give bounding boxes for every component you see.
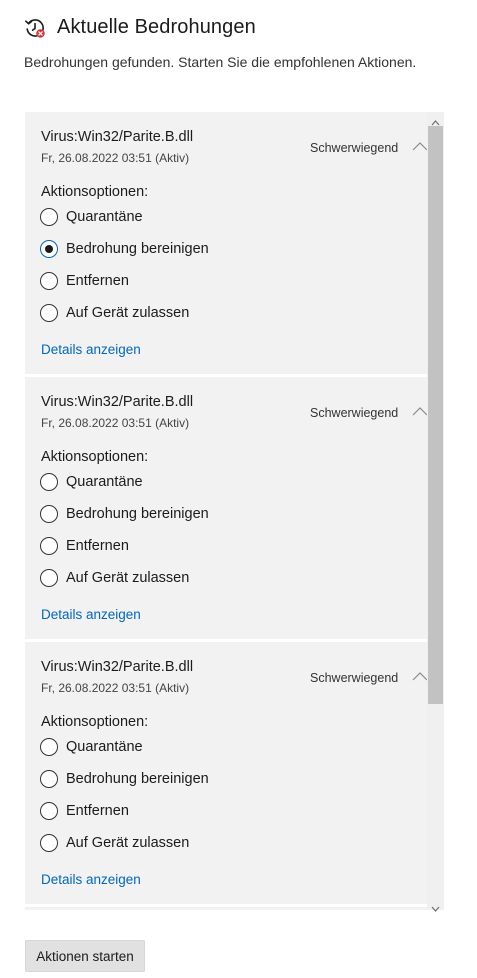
- radio-label: Bedrohung bereinigen: [66, 506, 209, 522]
- radio-button[interactable]: [40, 569, 58, 587]
- threat-date: Fr, 26.08.2022 03:51 (Aktiv): [41, 416, 190, 430]
- threat-name: Virus:Win32/Parite.B.dll: [41, 394, 194, 410]
- details-link[interactable]: Details anzeigen: [41, 342, 141, 357]
- radio-button[interactable]: [40, 738, 58, 756]
- page-subtitle: Bedrohungen gefunden. Starten Sie die em…: [24, 54, 417, 70]
- threat-card: Virus:Win32/Parite.B.dll Fr, 26.08.2022 …: [25, 642, 428, 904]
- radio-quarantine[interactable]: Quarantäne: [40, 208, 143, 226]
- radio-button-selected[interactable]: [40, 240, 58, 258]
- radio-button[interactable]: [40, 770, 58, 788]
- radio-quarantine[interactable]: Quarantäne: [40, 738, 143, 756]
- threat-card: Virus:Win32/Parite.B.dll Fr, 26.08.2022 …: [25, 377, 428, 639]
- scroll-down-arrow-icon[interactable]: [431, 900, 440, 912]
- radio-label: Auf Gerät zulassen: [66, 835, 190, 851]
- radio-quarantine[interactable]: Quarantäne: [40, 473, 143, 491]
- details-link[interactable]: Details anzeigen: [41, 607, 141, 622]
- radio-button[interactable]: [40, 537, 58, 555]
- radio-clean-threat[interactable]: Bedrohung bereinigen: [40, 240, 209, 258]
- radio-clean-threat[interactable]: Bedrohung bereinigen: [40, 770, 209, 788]
- radio-button[interactable]: [40, 208, 58, 226]
- radio-remove[interactable]: Entfernen: [40, 272, 129, 290]
- threat-date: Fr, 26.08.2022 03:51 (Aktiv): [41, 151, 190, 165]
- severity-label: Schwerwiegend: [310, 141, 399, 155]
- details-link[interactable]: Details anzeigen: [41, 872, 141, 887]
- threat-name: Virus:Win32/Parite.B.dll: [41, 129, 194, 145]
- page-header: Aktuelle Bedrohungen: [24, 16, 256, 39]
- radio-label: Entfernen: [66, 538, 129, 554]
- radio-label: Quarantäne: [66, 474, 143, 490]
- scrollbar[interactable]: [427, 112, 444, 912]
- radio-label: Auf Gerät zulassen: [66, 305, 190, 321]
- radio-button[interactable]: [40, 473, 58, 491]
- threat-card: Virus:Win32/Parite.B.dll Fr, 26.08.2022 …: [25, 112, 428, 374]
- threat-card-partial: [25, 907, 427, 910]
- radio-button[interactable]: [40, 304, 58, 322]
- threat-date: Fr, 26.08.2022 03:51 (Aktiv): [41, 681, 190, 695]
- radio-button[interactable]: [40, 802, 58, 820]
- radio-label: Bedrohung bereinigen: [66, 771, 209, 787]
- severity-label: Schwerwiegend: [310, 406, 399, 420]
- history-shield-alert-icon: [24, 17, 46, 39]
- threat-list[interactable]: Virus:Win32/Parite.B.dll Fr, 26.08.2022 …: [25, 112, 444, 910]
- radio-label: Entfernen: [66, 273, 129, 289]
- start-actions-button[interactable]: Aktionen starten: [25, 940, 145, 972]
- radio-clean-threat[interactable]: Bedrohung bereinigen: [40, 505, 209, 523]
- actions-label: Aktionsoptionen:: [41, 714, 149, 730]
- scroll-thumb[interactable]: [428, 126, 443, 704]
- radio-allow-on-device[interactable]: Auf Gerät zulassen: [40, 834, 189, 852]
- radio-allow-on-device[interactable]: Auf Gerät zulassen: [40, 304, 189, 322]
- page-title: Aktuelle Bedrohungen: [57, 16, 256, 38]
- actions-label: Aktionsoptionen:: [41, 184, 149, 200]
- severity-label: Schwerwiegend: [310, 671, 399, 685]
- scroll-up-arrow-icon[interactable]: [431, 114, 440, 126]
- radio-button[interactable]: [40, 272, 58, 290]
- radio-label: Auf Gerät zulassen: [66, 570, 190, 586]
- radio-label: Bedrohung bereinigen: [66, 241, 209, 257]
- radio-label: Entfernen: [66, 803, 129, 819]
- radio-button[interactable]: [40, 505, 58, 523]
- radio-allow-on-device[interactable]: Auf Gerät zulassen: [40, 569, 189, 587]
- radio-button[interactable]: [40, 834, 58, 852]
- threat-name: Virus:Win32/Parite.B.dll: [41, 659, 194, 675]
- radio-remove[interactable]: Entfernen: [40, 802, 129, 820]
- threat-page: Aktuelle Bedrohungen Bedrohungen gefunde…: [0, 0, 477, 978]
- radio-label: Quarantäne: [66, 209, 143, 225]
- radio-remove[interactable]: Entfernen: [40, 537, 129, 555]
- actions-label: Aktionsoptionen:: [41, 449, 149, 465]
- radio-label: Quarantäne: [66, 739, 143, 755]
